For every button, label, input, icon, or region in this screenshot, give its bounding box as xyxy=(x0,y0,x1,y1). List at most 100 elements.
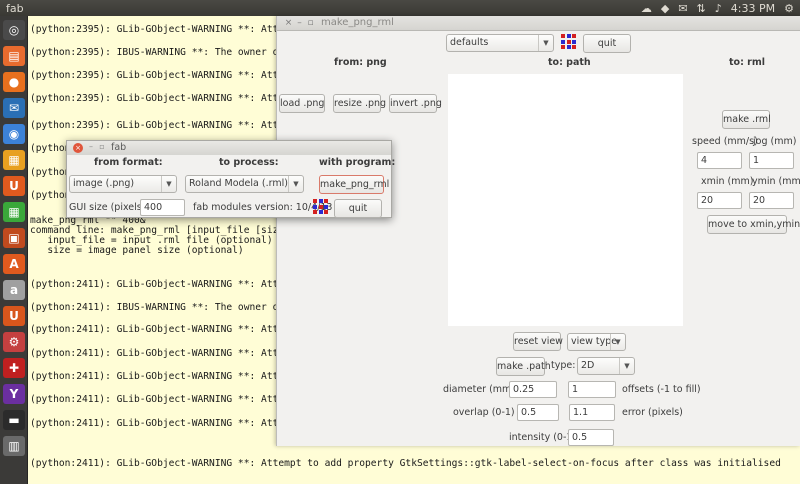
program-button[interactable]: make_png_rml xyxy=(319,175,389,194)
invert-png-button[interactable]: invert .png xyxy=(389,94,442,113)
terminal-line: (python:2411): GLib-GObject-WARNING **: … xyxy=(30,279,302,290)
jog-field[interactable]: 1 xyxy=(749,152,794,169)
to-process-combo[interactable]: Roland Modela (.rml) ▼ xyxy=(185,175,304,193)
intensity-field[interactable]: 0.5 xyxy=(568,429,614,446)
calc-icon[interactable]: ▦ xyxy=(3,202,25,222)
error-label: error (pixels) xyxy=(622,407,683,418)
jog-label: jog (mm) xyxy=(753,136,797,147)
chevron-down-icon: ▼ xyxy=(538,35,553,51)
chromium-icon[interactable]: ◉ xyxy=(3,124,25,144)
ymin-field[interactable]: 20 xyxy=(749,192,794,209)
files-icon[interactable]: ▤ xyxy=(3,46,25,66)
to-process-header: to process: xyxy=(219,157,279,168)
intensity-label: intensity (0-1) xyxy=(509,432,577,443)
thunderbird-icon[interactable]: ✉ xyxy=(3,98,25,118)
fab-logo-icon xyxy=(561,34,577,50)
from-format-combo[interactable]: image (.png) ▼ xyxy=(69,175,177,193)
cloud-icon[interactable]: ☁ xyxy=(641,2,652,15)
chevron-down-icon: ▼ xyxy=(161,176,176,192)
active-app-title: fab xyxy=(6,2,24,15)
maximize-icon[interactable]: ▫ xyxy=(97,142,107,152)
minimize-icon[interactable]: – xyxy=(86,142,96,152)
version-text: fab modules version: 10/4/13 xyxy=(193,202,333,213)
reset-view-button[interactable]: reset view xyxy=(513,332,563,351)
offsets-field[interactable]: 1 xyxy=(568,381,616,398)
make-png-rml-window: × – ▫ make_png_rml defaults ▼ quit from:… xyxy=(276,16,800,446)
image-canvas[interactable] xyxy=(448,74,683,326)
fab-dialog-title: fab xyxy=(111,142,127,153)
terminal-line: (python:2411): GLib-GObject-WARNING **: … xyxy=(30,458,781,469)
session-gear-icon[interactable]: ⚙ xyxy=(784,2,794,15)
terminal-line: (python:2395): GLib-GObject-WARNING **: … xyxy=(30,24,302,35)
defaults-combo-value: defaults xyxy=(450,37,489,48)
close-icon[interactable]: × xyxy=(73,143,83,153)
type-combo-value: 2D xyxy=(581,360,595,371)
terminal-line: (python:2411): GLib-GObject-WARNING **: … xyxy=(30,394,302,405)
launcher: ◎ ▤ ● ✉ ◉ ▦ U ▦ ▣ Aa U ⚙ ✚ Y ▬ ▥ xyxy=(0,16,28,484)
gui-size-field[interactable]: 400 xyxy=(140,199,185,216)
resize-png-button[interactable]: resize .png xyxy=(333,94,386,113)
clock[interactable]: 4:33 PM xyxy=(731,2,775,15)
firefox-icon[interactable]: ● xyxy=(3,72,25,92)
defaults-combo[interactable]: defaults ▼ xyxy=(446,34,554,52)
close-icon[interactable]: × xyxy=(283,18,294,29)
chevron-down-icon: ▼ xyxy=(288,176,303,192)
volume-icon[interactable]: ♪ xyxy=(715,2,722,15)
type-combo[interactable]: 2D ▼ xyxy=(577,357,635,375)
type-label: type: xyxy=(551,360,576,371)
minimize-icon[interactable]: – xyxy=(294,18,305,29)
terminal-line: (python:2411): IBUS-WARNING **: The owne… xyxy=(30,302,302,313)
xmin-field[interactable]: 20 xyxy=(697,192,742,209)
mail-icon[interactable]: ✉ xyxy=(678,2,687,15)
dropbox-icon[interactable]: ◆ xyxy=(661,2,669,15)
fab-dialog-titlebar[interactable]: × – ▫ fab xyxy=(67,141,391,155)
amazon-icon[interactable]: a xyxy=(3,280,25,300)
writer-icon[interactable]: ▦ xyxy=(3,150,25,170)
quit-button[interactable]: quit xyxy=(334,199,382,218)
window-title: make_png_rml xyxy=(321,17,394,28)
gui-size-label: GUI size (pixels): xyxy=(69,202,149,213)
terminal-line: (python:2395): GLib-GObject-WARNING **: … xyxy=(30,120,302,131)
fab-logo-icon xyxy=(313,199,329,215)
maximize-icon[interactable]: ▫ xyxy=(305,18,316,29)
header-to-rml: to: rml xyxy=(729,57,766,68)
from-format-header: from format: xyxy=(94,157,163,168)
diameter-field[interactable]: 0.25 xyxy=(509,381,557,398)
software-center-icon[interactable]: A xyxy=(3,254,25,274)
settings-icon[interactable]: ⚙ xyxy=(3,332,25,352)
speed-label: speed (mm/s) xyxy=(692,136,758,147)
from-format-value: image (.png) xyxy=(73,178,135,189)
ymin-label: ymin (mm) xyxy=(752,176,800,187)
terminal-line: (python:2411): GLib-GObject-WARNING **: … xyxy=(30,324,302,335)
make-path-button[interactable]: make .path xyxy=(496,357,551,376)
terminal-line: (python:2395): GLib-GObject-WARNING **: … xyxy=(30,70,302,81)
chevron-down-icon: ▼ xyxy=(610,334,625,350)
ubuntu-one-icon[interactable]: U xyxy=(3,176,25,196)
terminal-line: size = image panel size (optional) xyxy=(30,245,244,256)
terminal-icon[interactable]: ▬ xyxy=(3,410,25,430)
network-icon[interactable]: ⇅ xyxy=(697,2,706,15)
window-titlebar[interactable]: × – ▫ make_png_rml xyxy=(277,16,800,31)
move-to-button[interactable]: move to xmin,ymin xyxy=(707,215,800,234)
overlap-label: overlap (0-1) xyxy=(453,407,515,418)
xmin-label: xmin (mm) xyxy=(701,176,754,187)
fab-dialog: × – ▫ fab from format: to process: with … xyxy=(66,140,395,218)
ubuntu-one-music-icon[interactable]: U xyxy=(3,306,25,326)
error-field[interactable]: 1.1 xyxy=(569,404,615,421)
workspace-icon[interactable]: ✚ xyxy=(3,358,25,378)
to-process-value: Roland Modela (.rml) xyxy=(189,178,288,189)
impress-icon[interactable]: ▣ xyxy=(3,228,25,248)
load-png-button[interactable]: load .png xyxy=(279,94,325,113)
dash-icon[interactable]: ◎ xyxy=(3,20,25,40)
chevron-down-icon: ▼ xyxy=(619,358,634,374)
header-from-png: from: png xyxy=(334,57,387,68)
yahoo-icon[interactable]: Y xyxy=(3,384,25,404)
view-type-combo[interactable]: view type ▼ xyxy=(567,333,626,351)
system-tray: ☁ ◆ ✉ ⇅ ♪ 4:33 PM ⚙ xyxy=(641,1,794,15)
make-rml-button[interactable]: make .rml xyxy=(722,110,771,129)
trash-icon[interactable]: ▥ xyxy=(3,436,25,456)
top-panel: fab ☁ ◆ ✉ ⇅ ♪ 4:33 PM ⚙ xyxy=(0,0,800,16)
speed-field[interactable]: 4 xyxy=(697,152,742,169)
quit-button[interactable]: quit xyxy=(583,34,631,53)
overlap-field[interactable]: 0.5 xyxy=(517,404,559,421)
